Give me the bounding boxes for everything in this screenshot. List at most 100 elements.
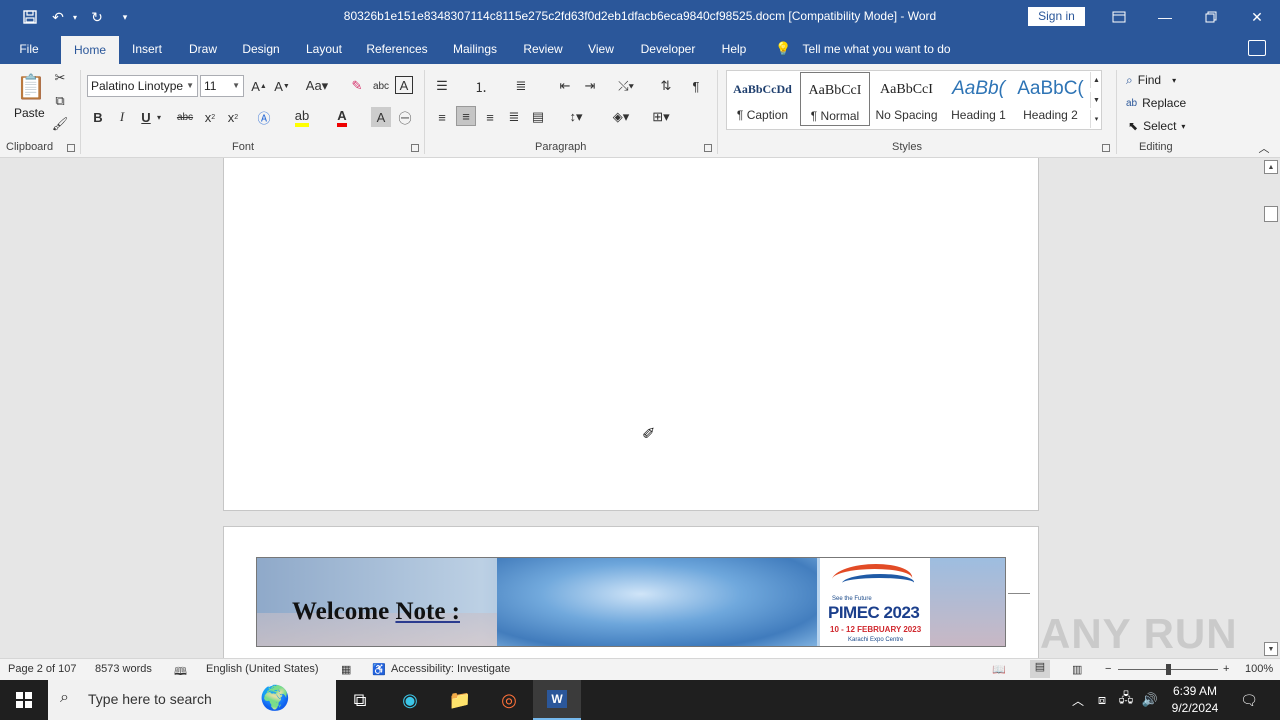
numbering-icon[interactable]: ⒈ [471, 76, 491, 96]
undo-dropdown-icon[interactable]: ▾ [70, 7, 80, 27]
styles-scroll-up-icon[interactable]: ▲ [1090, 72, 1102, 88]
clipboard-launcher-icon[interactable] [67, 144, 75, 152]
tell-me-search[interactable]: 💡 Tell me what you want to do [775, 34, 951, 64]
tab-help[interactable]: Help [714, 34, 754, 64]
paste-icon[interactable]: 📋 [16, 70, 46, 104]
superscript-icon[interactable]: x2 [223, 107, 243, 127]
page-1[interactable]: ✐ [223, 158, 1039, 511]
sign-in-button[interactable]: Sign in [1028, 7, 1085, 26]
font-size-dropdown[interactable]: 11 ▼ [200, 75, 244, 97]
character-border-icon[interactable]: A [395, 76, 413, 94]
redo-icon[interactable]: ↻ [87, 7, 107, 27]
tab-mailings[interactable]: Mailings [446, 34, 504, 64]
justify-icon[interactable]: ≣ [504, 107, 524, 127]
network-icon[interactable]: 🖧 [1114, 680, 1138, 720]
ribbon-display-options-icon[interactable] [1096, 0, 1142, 34]
language-status[interactable]: English (United States) [206, 663, 319, 675]
file-explorer-icon[interactable]: 📁 [436, 680, 484, 720]
tab-design[interactable]: Design [236, 34, 286, 64]
show-hidden-icons-icon[interactable]: ︿ [1066, 680, 1090, 720]
style-no-spacing[interactable]: AaBbCcI No Spacing [871, 70, 942, 126]
page-2[interactable]: Welcome Note : See the Future PIMEC 2023… [223, 526, 1039, 658]
bold-icon[interactable]: B [88, 107, 108, 127]
align-right-icon[interactable]: ≡ [480, 107, 500, 127]
document-area[interactable]: ✐ Welcome Note : See the Future PIMEC 20… [0, 158, 1262, 658]
highlight-color-icon[interactable]: ab [292, 107, 312, 127]
font-name-dropdown[interactable]: Palatino Linotype ▼ [87, 75, 198, 97]
bullets-icon[interactable]: ☰ [432, 76, 452, 96]
tab-file[interactable]: File [8, 34, 50, 64]
align-center-icon[interactable]: ≡ [456, 106, 476, 126]
replace-button[interactable]: ab Replace [1126, 94, 1186, 112]
font-color-icon[interactable]: A [332, 107, 352, 127]
subscript-icon[interactable]: x2 [200, 107, 220, 127]
italic-icon[interactable]: I [112, 107, 132, 127]
windows-start-icon[interactable] [0, 680, 48, 720]
onedrive-icon[interactable]: ⧈ [1090, 680, 1114, 720]
read-mode-icon[interactable]: 📖 [992, 663, 1006, 676]
styles-scroll-down-icon[interactable]: ▼ [1090, 92, 1102, 108]
zoom-in-icon[interactable]: + [1223, 663, 1229, 675]
decrease-indent-icon[interactable]: ⇤ [555, 76, 575, 96]
align-left-icon[interactable]: ≡ [432, 107, 452, 127]
tab-layout[interactable]: Layout [298, 34, 350, 64]
style-normal[interactable]: AaBbCcI ¶ Normal [800, 72, 870, 126]
tab-review[interactable]: Review [518, 34, 568, 64]
undo-icon[interactable]: ↶ [48, 7, 68, 27]
collapse-ribbon-icon[interactable]: ︿ [1254, 138, 1274, 158]
tab-view[interactable]: View [580, 34, 622, 64]
vertical-scrollbar[interactable]: ▲ ▼ [1262, 158, 1280, 658]
strikethrough-icon[interactable]: abc [175, 107, 195, 127]
line-spacing-icon[interactable]: ↕▾ [562, 107, 590, 127]
shading-icon[interactable]: ◈▾ [606, 107, 636, 127]
asian-layout-icon[interactable]: ⤯▾ [612, 76, 640, 96]
comments-icon[interactable] [1248, 40, 1266, 56]
character-shading-icon[interactable]: A [371, 107, 391, 127]
borders-icon[interactable]: ⊞▾ [646, 107, 676, 127]
taskbar-clock[interactable]: 6:39 AM 9/2/2024 [1166, 683, 1224, 717]
firefox-icon[interactable]: ◎ [485, 680, 533, 720]
style-heading-2[interactable]: AaBbC( Heading 2 [1015, 70, 1086, 126]
accessibility-status[interactable]: Accessibility: Investigate [391, 663, 510, 675]
word-taskbar-icon[interactable]: W [533, 680, 581, 720]
format-painter-icon[interactable]: 🖌 [50, 114, 70, 134]
select-button[interactable]: ⬉ Select ▾ [1128, 117, 1185, 135]
task-view-icon[interactable]: ⧉ [336, 680, 384, 720]
enclose-characters-icon[interactable]: ㊀ [395, 107, 415, 127]
styles-launcher-icon[interactable] [1102, 144, 1110, 152]
tab-references[interactable]: References [362, 34, 432, 64]
restore-icon[interactable] [1188, 0, 1234, 34]
paragraph-launcher-icon[interactable] [704, 144, 712, 152]
find-button[interactable]: ⌕ Find ▾ [1126, 71, 1176, 89]
taskbar-search-box[interactable]: ⌕ Type here to search 🌍 [48, 680, 336, 720]
notifications-icon[interactable]: 🗨 [1232, 680, 1266, 720]
zoom-slider-thumb[interactable] [1166, 664, 1171, 675]
macro-recording-icon[interactable]: ▦ [341, 663, 351, 676]
underline-icon[interactable]: U [136, 107, 156, 127]
styles-more-icon[interactable]: ▾ [1090, 110, 1102, 128]
scroll-down-icon[interactable]: ▼ [1264, 642, 1278, 656]
shrink-font-icon[interactable]: A ▼ [272, 76, 292, 96]
tab-home[interactable]: Home [61, 36, 119, 64]
scroll-thumb[interactable] [1264, 206, 1278, 222]
web-layout-icon[interactable]: ▥ [1072, 663, 1082, 676]
style-heading-1[interactable]: AaBb( Heading 1 [943, 70, 1014, 126]
minimize-icon[interactable]: — [1142, 0, 1188, 34]
copy-icon[interactable]: ⧉ [50, 91, 70, 111]
zoom-level[interactable]: 100% [1245, 663, 1273, 675]
print-layout-icon[interactable]: ▤ [1030, 660, 1050, 678]
chevron-down-icon[interactable]: ▾ [154, 107, 164, 127]
font-launcher-icon[interactable] [411, 144, 419, 152]
save-icon[interactable] [20, 7, 40, 27]
sort-icon[interactable]: ⇅ [656, 76, 676, 96]
style-caption[interactable]: AaBbCcDd ¶ Caption [727, 70, 798, 126]
volume-icon[interactable]: 🔊 [1138, 680, 1162, 720]
multilevel-list-icon[interactable]: ≣ [511, 76, 531, 96]
close-icon[interactable]: ✕ [1234, 0, 1280, 34]
clear-formatting-icon[interactable]: ✎ [347, 76, 367, 96]
grow-font-icon[interactable]: A ▲ [249, 76, 269, 96]
customize-quick-access-icon[interactable]: ▾ [118, 7, 132, 27]
tab-developer[interactable]: Developer [634, 34, 702, 64]
paste-button-label[interactable]: Paste [14, 106, 45, 120]
word-count[interactable]: 8573 words [95, 663, 152, 675]
